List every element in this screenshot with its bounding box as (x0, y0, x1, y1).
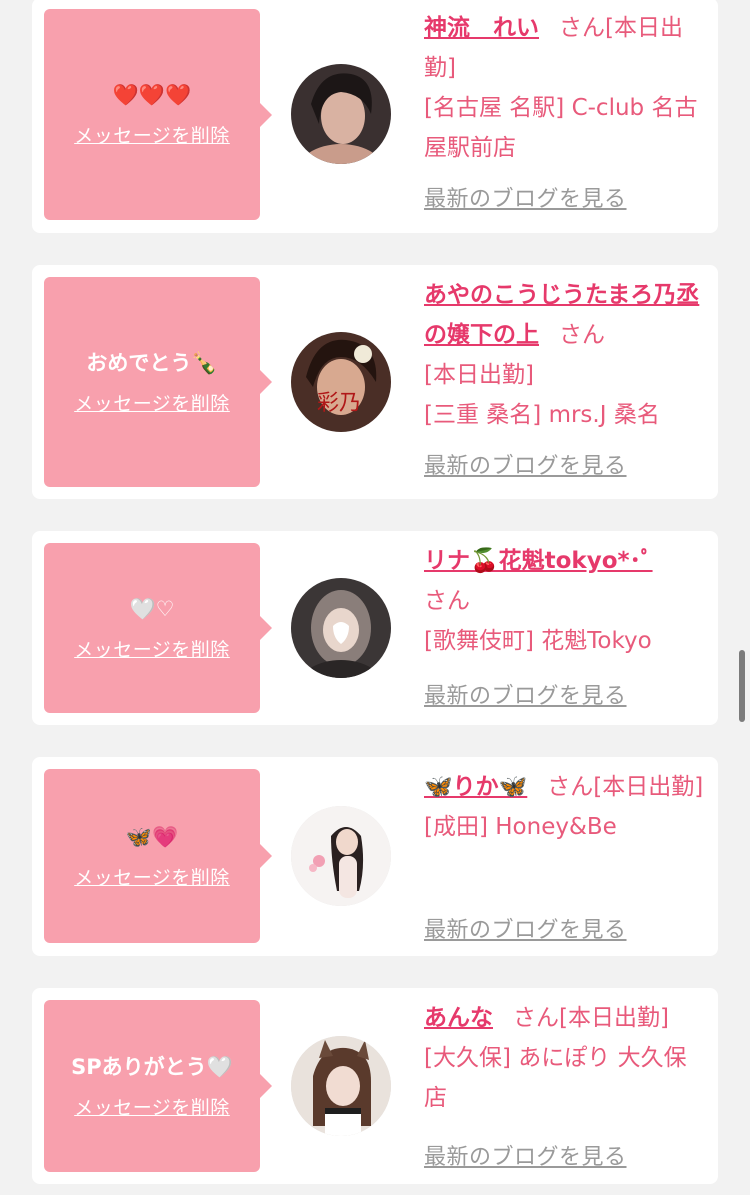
delete-message-link[interactable]: メッセージを削除 (74, 389, 230, 416)
avatar-photo: 彩乃 (291, 332, 391, 432)
message-text: おめでとう🍾 (86, 350, 218, 375)
delete-message-link[interactable]: メッセージを削除 (74, 1093, 230, 1120)
message-bubble: おめでとう🍾 メッセージを削除 (44, 277, 272, 487)
shop-label: [三重 桑名] mrs.J 桑名 (424, 402, 660, 428)
girl-name-link[interactable]: 神流 れい (424, 15, 539, 41)
status-label: [本日出勤] (593, 774, 704, 800)
message-card: おめでとう🍾 メッセージを削除 彩乃 あやのこうじうたまろ乃丞の嬢下の上 さん [… (32, 265, 718, 499)
message-bubble: 🦋💗 メッセージを削除 (44, 769, 272, 943)
delete-message-link[interactable]: メッセージを削除 (74, 121, 230, 148)
message-bubble: SPありがとう🤍 メッセージを削除 (44, 1000, 272, 1172)
honorific: さん (547, 774, 594, 800)
girl-info: 🦋りか🦋 さん[本日出勤] [成田] Honey&Be 最新のブログを見る (424, 767, 709, 943)
svg-text:彩乃: 彩乃 (317, 391, 361, 416)
message-text: SPありがとう🤍 (71, 1054, 233, 1079)
blog-link[interactable]: 最新のブログを見る (424, 677, 627, 717)
girl-name-link[interactable]: リナ🍒花魁tokyo*･ﾟ (424, 548, 653, 574)
girl-info: あやのこうじうたまろ乃丞の嬢下の上 さん [本日出勤] [三重 桑名] mrs.J… (424, 275, 709, 479)
message-bubble: 🤍♡ メッセージを削除 (44, 543, 272, 713)
avatar-photo (291, 64, 391, 164)
girl-info: 神流 れい さん[本日出勤] [名古屋 名駅] C-club 名古屋駅前店 最新の… (424, 8, 709, 212)
avatar[interactable] (291, 806, 391, 906)
message-text: 🤍♡ (129, 596, 175, 621)
scrollbar[interactable] (739, 650, 745, 722)
avatar-photo (291, 578, 391, 678)
blog-link[interactable]: 最新のブログを見る (424, 447, 627, 487)
girl-name-link[interactable]: あんな (424, 1005, 493, 1031)
blog-link[interactable]: 最新のブログを見る (424, 1138, 627, 1178)
message-card: 🦋💗 メッセージを削除 🦋りか🦋 さん[本日出勤] [成田] Honey&Be 最… (32, 757, 718, 956)
shop-label: [大久保] あにぽり 大久保店 (424, 1045, 687, 1111)
blog-link[interactable]: 最新のブログを見る (424, 180, 627, 220)
blog-link[interactable]: 最新のブログを見る (424, 911, 627, 951)
status-label: [本日出勤] (424, 362, 534, 388)
girl-name-link[interactable]: 🦋りか🦋 (424, 774, 527, 800)
message-bubble: ❤️❤️❤️ メッセージを削除 (44, 9, 272, 220)
honorific: さん (513, 1005, 559, 1031)
honorific: さん (424, 588, 470, 614)
honorific: さん (559, 15, 605, 41)
shop-label: [名古屋 名駅] C-club 名古屋駅前店 (424, 95, 698, 161)
avatar[interactable] (291, 578, 391, 678)
message-card: ❤️❤️❤️ メッセージを削除 神流 れい さん[本日出勤] [名古屋 名駅] C… (32, 0, 718, 233)
girl-info: あんな さん[本日出勤] [大久保] あにぽり 大久保店 最新のブログを見る (424, 998, 709, 1170)
avatar[interactable]: 彩乃 (291, 332, 391, 432)
avatar[interactable] (291, 64, 391, 164)
avatar-photo (291, 806, 391, 906)
girl-info: リナ🍒花魁tokyo*･ﾟ さん [歌舞伎町] 花魁Tokyo 最新のブログを見… (424, 541, 709, 709)
message-card: SPありがとう🤍 メッセージを削除 あんな さん[本日出勤] [大久保] あにぽり… (32, 988, 718, 1184)
message-card: 🤍♡ メッセージを削除 リナ🍒花魁tokyo*･ﾟ さん [歌舞伎町] 花魁To… (32, 531, 718, 725)
message-text: 🦋💗 (125, 824, 179, 849)
avatar[interactable] (291, 1036, 391, 1136)
message-text: ❤️❤️❤️ (112, 83, 192, 107)
honorific: さん (559, 322, 605, 348)
delete-message-link[interactable]: メッセージを削除 (74, 635, 230, 662)
status-label: [本日出勤] (559, 1005, 669, 1031)
avatar-photo (291, 1036, 391, 1136)
shop-label: [成田] Honey&Be (424, 814, 617, 840)
delete-message-link[interactable]: メッセージを削除 (74, 863, 230, 890)
shop-label: [歌舞伎町] 花魁Tokyo (424, 628, 652, 654)
